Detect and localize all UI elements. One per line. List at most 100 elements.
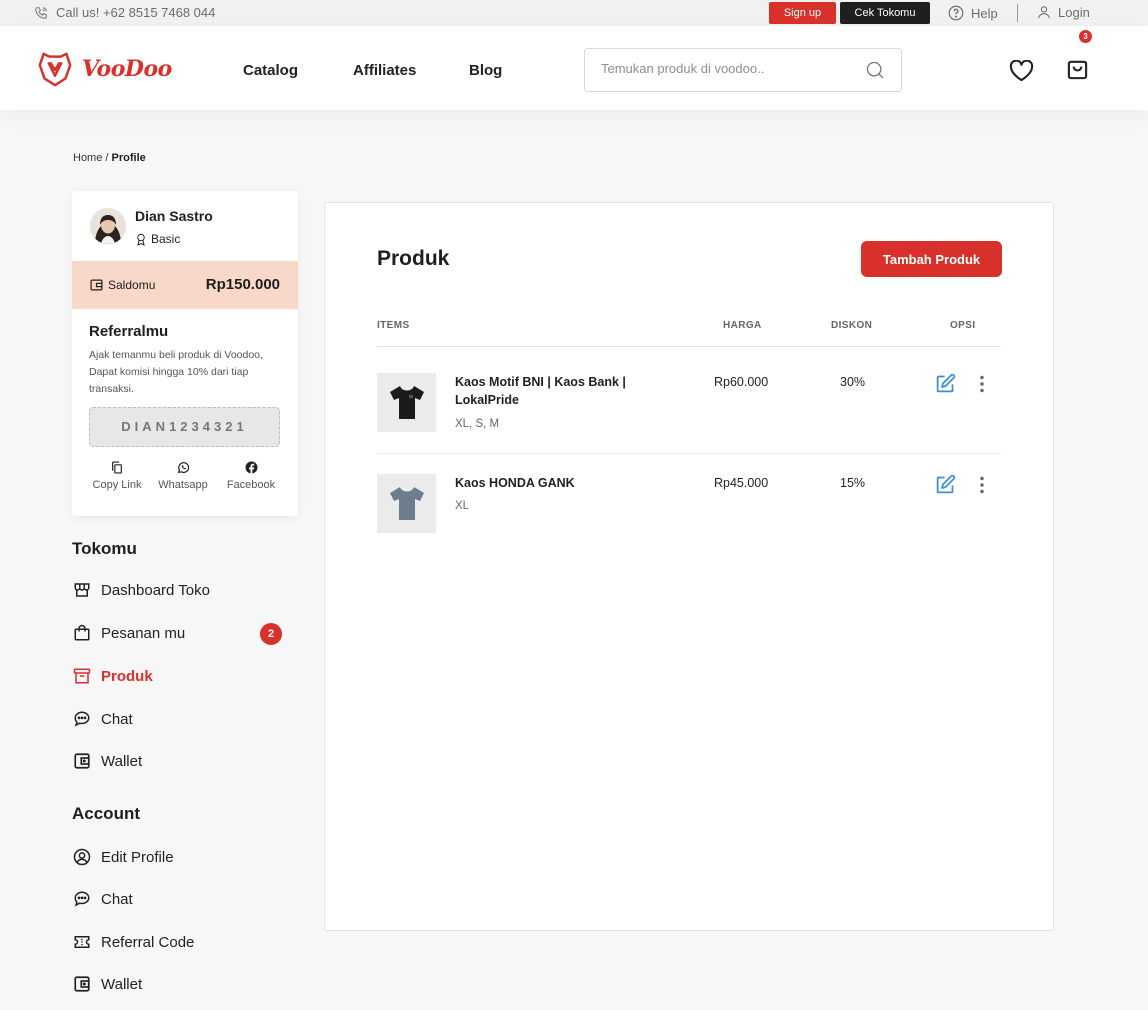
copy-icon [86, 461, 148, 474]
product-price: Rp45.000 [714, 476, 769, 490]
voodoo-mask-icon [36, 50, 74, 88]
facebook-share-button[interactable]: Facebook [219, 461, 283, 491]
sidebar-item-label: Chat [101, 710, 133, 728]
table-header-divider [377, 346, 1001, 347]
saldo-value: Rp150.000 [205, 276, 280, 293]
call-us: Call us! +62 8515 7468 044 [34, 5, 215, 20]
account-section-title: Account [72, 804, 140, 823]
saldo-section: Saldomu Rp150.000 [72, 261, 298, 309]
profile-name: Dian Sastro [135, 208, 213, 224]
sidebar-item-label: Edit Profile [101, 848, 174, 866]
store-icon [73, 581, 91, 599]
more-options-icon[interactable] [977, 475, 987, 495]
heart-icon[interactable] [1009, 60, 1034, 82]
nav-blog[interactable]: Blog [469, 62, 502, 79]
sidebar-item-label: Referral Code [101, 933, 195, 951]
product-discount: 30% [840, 375, 866, 389]
column-header-harga: HARGA [723, 320, 762, 331]
whatsapp-icon [152, 461, 214, 474]
produk-panel: Produk Tambah Produk ITEMS HARGA DISKON … [324, 202, 1054, 931]
main-header: VooDoo Catalog Affiliates Blog [0, 26, 1148, 110]
sidebar-item-chat[interactable]: Chat [73, 710, 133, 728]
column-header-items: ITEMS [377, 320, 410, 331]
table-row-divider [377, 453, 1001, 454]
login-link[interactable]: Login [1036, 4, 1090, 20]
phone-icon [34, 6, 48, 20]
wallet-icon [73, 752, 91, 770]
tambah-produk-button[interactable]: Tambah Produk [861, 241, 1002, 277]
help-icon [947, 4, 965, 22]
whatsapp-label: Whatsapp [158, 479, 208, 491]
sign-up-button[interactable]: Sign up [769, 2, 836, 24]
sidebar-item-account-wallet[interactable]: Wallet [73, 975, 142, 993]
avatar [90, 208, 126, 244]
product-price: Rp60.000 [714, 375, 769, 389]
call-us-text: Call us! +62 8515 7468 044 [56, 5, 216, 20]
product-thumbnail[interactable] [377, 373, 436, 432]
breadcrumb-home[interactable]: Home [73, 152, 102, 164]
help-label: Help [971, 5, 998, 21]
sidebar-item-dashboard-toko[interactable]: Dashboard Toko [73, 581, 210, 599]
shopping-bag-icon[interactable] [1066, 58, 1089, 81]
ticket-icon [73, 933, 91, 951]
breadcrumb: Home / Profile [73, 152, 146, 164]
user-icon [1036, 4, 1052, 20]
top-utility-bar: Call us! +62 8515 7468 044 Sign up Cek T… [0, 0, 1148, 26]
sidebar-item-account-chat[interactable]: Chat [73, 890, 133, 908]
sidebar-item-label: Dashboard Toko [101, 581, 210, 599]
breadcrumb-separator: / [105, 152, 109, 164]
sidebar-item-produk[interactable]: Produk [73, 667, 153, 685]
edit-icon[interactable] [935, 474, 956, 495]
topbar-divider [1017, 4, 1018, 22]
column-header-opsi: OPSI [950, 320, 976, 331]
sidebar-item-label: Chat [101, 890, 133, 908]
wallet-icon [73, 975, 91, 993]
referral-description: Ajak temanmu beli produk di Voodoo, Dapa… [89, 349, 263, 395]
product-thumbnail[interactable] [377, 474, 436, 533]
search-icon[interactable] [865, 60, 885, 80]
breadcrumb-current: Profile [111, 152, 146, 164]
login-label: Login [1058, 4, 1090, 20]
facebook-icon [219, 461, 283, 474]
archive-box-icon [73, 667, 91, 685]
medal-icon [135, 233, 147, 246]
sidebar-item-pesanan-mu[interactable]: Pesanan mu [73, 624, 185, 642]
product-sizes: XL [455, 500, 470, 512]
saldo-label-text: Saldomu [108, 278, 156, 292]
column-header-diskon: DISKON [831, 320, 873, 331]
whatsapp-share-button[interactable]: Whatsapp [152, 461, 214, 491]
search-box [584, 48, 902, 92]
edit-icon[interactable] [935, 373, 956, 394]
nav-catalog[interactable]: Catalog [243, 62, 298, 79]
sidebar-item-label: Wallet [101, 752, 143, 770]
copy-link-label: Copy Link [92, 479, 142, 491]
profile-card: Dian Sastro Basic Saldomu Rp150.000 Refe… [72, 191, 298, 516]
search-input[interactable] [601, 61, 851, 76]
chat-bubble-icon [73, 890, 91, 908]
cek-tokomu-button[interactable]: Cek Tokomu [840, 2, 930, 24]
help-link[interactable]: Help [947, 4, 998, 22]
copy-link-button[interactable]: Copy Link [86, 461, 148, 491]
profile-tier: Basic [135, 232, 180, 246]
sidebar-item-edit-profile[interactable]: Edit Profile [73, 848, 174, 866]
more-options-icon[interactable] [977, 374, 987, 394]
brand-logo[interactable]: VooDoo [36, 50, 172, 88]
nav-affiliates[interactable]: Affiliates [353, 62, 416, 79]
sidebar-item-label: Produk [101, 667, 153, 685]
product-name[interactable]: Kaos HONDA GANK [455, 474, 645, 492]
pesanan-count-badge: 2 [260, 623, 282, 645]
cart-count-badge: 3 [1079, 30, 1092, 43]
saldo-label: Saldomu [90, 278, 155, 292]
shopping-bag-icon [73, 624, 91, 642]
sidebar-item-label: Pesanan mu [101, 624, 186, 642]
sidebar-item-wallet[interactable]: Wallet [73, 752, 142, 770]
product-name[interactable]: Kaos Motif BNI | Kaos Bank | LokalPride [455, 373, 645, 409]
referral-title: Referralmu [89, 323, 169, 340]
product-discount: 15% [840, 476, 866, 490]
wallet-icon [90, 279, 103, 291]
sidebar-item-referral-code[interactable]: Referral Code [73, 933, 194, 951]
product-sizes: XL, S, M [455, 418, 500, 430]
profile-tier-label: Basic [151, 232, 181, 246]
page-title: Produk [377, 247, 450, 270]
referral-code-box[interactable]: DIAN1234321 [89, 407, 280, 447]
